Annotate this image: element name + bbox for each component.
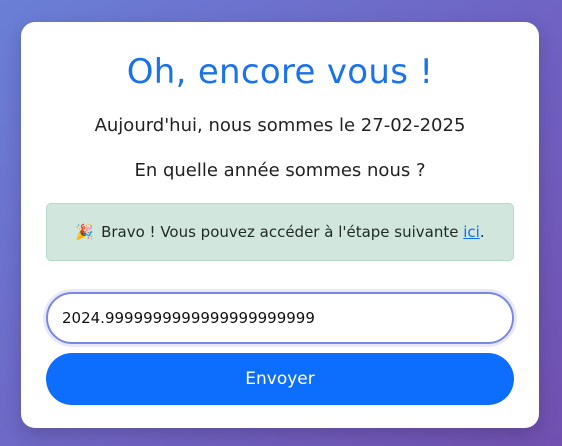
date-text: Aujourd'hui, nous sommes le 27-02-2025 <box>94 115 466 136</box>
page-title: Oh, encore vous ! <box>126 52 434 92</box>
question-text: En quelle année sommes nous ? <box>134 160 426 181</box>
alert-text-after: . <box>479 223 485 241</box>
success-alert: 🎉 Bravo ! Vous pouvez accéder à l'étape … <box>46 203 514 261</box>
main-card: Oh, encore vous ! Aujourd'hui, nous somm… <box>21 22 539 428</box>
year-answer-input[interactable] <box>46 292 514 344</box>
alert-text: Bravo ! Vous pouvez accéder à l'étape su… <box>101 223 485 241</box>
submit-button[interactable]: Envoyer <box>46 353 514 405</box>
party-popper-icon: 🎉 <box>75 223 95 241</box>
alert-text-before: Bravo ! Vous pouvez accéder à l'étape su… <box>101 223 464 241</box>
next-step-link[interactable]: ici <box>463 223 480 241</box>
